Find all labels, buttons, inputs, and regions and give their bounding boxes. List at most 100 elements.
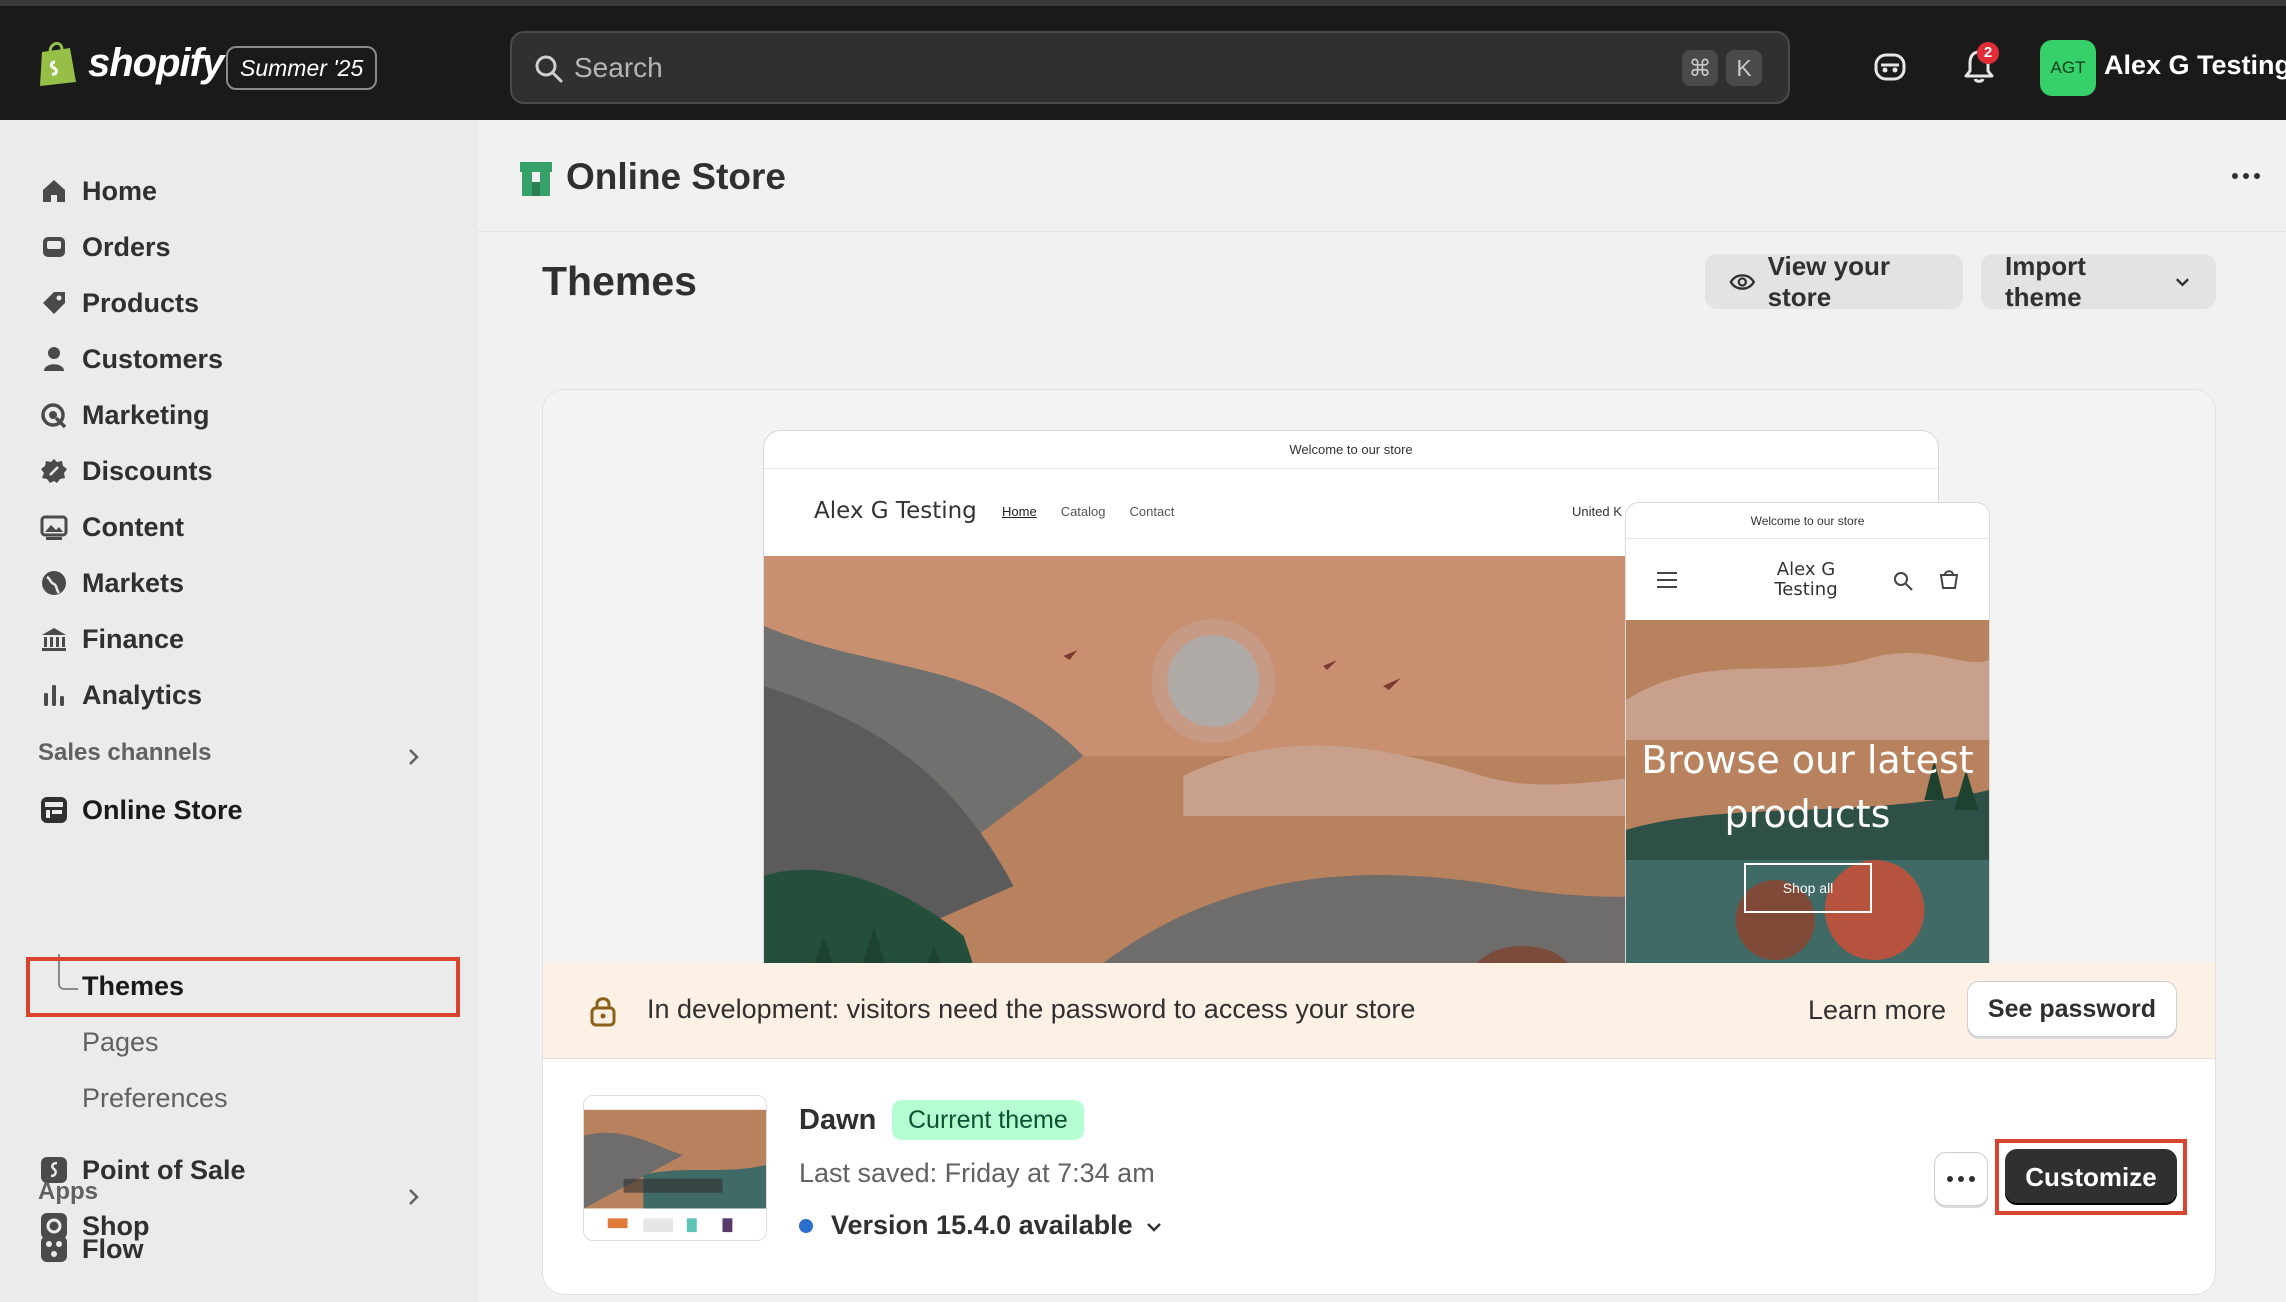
- page-header-title: Online Store: [566, 156, 786, 197]
- see-password-button[interactable]: See password: [1967, 981, 2177, 1037]
- user-name[interactable]: Alex G Testing: [2104, 50, 2286, 81]
- themes-highlight-annotation: [26, 957, 460, 1017]
- sidekick-icon: [1874, 53, 1906, 81]
- apps-heading[interactable]: Apps: [38, 1178, 98, 1206]
- more-actions-button[interactable]: [2222, 160, 2270, 192]
- flow-icon: [26, 1234, 82, 1264]
- sales-channels-heading[interactable]: Sales channels: [38, 739, 211, 767]
- sidebar-item-label: Markets: [82, 567, 185, 598]
- theme-more-actions-button[interactable]: [1934, 1152, 1988, 1206]
- sidekick-button[interactable]: [1866, 42, 1914, 90]
- sidebar-item-discounts[interactable]: Discounts: [26, 447, 456, 495]
- search-bar[interactable]: ⌘ K: [510, 31, 1790, 104]
- chevron-down-icon[interactable]: [1143, 1216, 1165, 1238]
- globe-icon: [26, 569, 82, 597]
- edition-badge[interactable]: Summer '25: [226, 46, 378, 90]
- mobile-preview: Welcome to our store Alex G Testing Brow…: [1625, 502, 1990, 963]
- import-theme-label: Import theme: [2005, 250, 2086, 312]
- mobile-store-header: Alex G Testing: [1626, 540, 1989, 620]
- top-bar: shopify Summer '25 ⌘ K 2 AGT Alex G Test…: [0, 0, 2286, 120]
- sidebar-item-label: Analytics: [82, 679, 203, 710]
- sidebar-item-online-store[interactable]: Online Store: [26, 786, 456, 834]
- store-nav-contact: Contact: [1129, 504, 1175, 519]
- sidebar-item-label: Point of Sale: [82, 1154, 246, 1185]
- shortcut-key-k: K: [1726, 50, 1762, 86]
- sidebar-item-preferences[interactable]: Preferences: [26, 1074, 456, 1122]
- sidebar-item-products[interactable]: Products: [26, 279, 456, 327]
- search-icon: [1894, 572, 1913, 591]
- store-nav: Home Catalog Contact: [1002, 504, 1174, 519]
- theme-preview[interactable]: Welcome to our store Alex G Testing Home…: [543, 390, 2215, 963]
- store-country: United K: [1572, 504, 1622, 519]
- sidebar-item-label: Content: [82, 511, 184, 542]
- view-store-button[interactable]: View your store: [1705, 251, 1963, 312]
- mobile-announcement-bar: Welcome to our store: [1626, 503, 1989, 539]
- sidebar-item-customers[interactable]: Customers: [26, 335, 456, 383]
- inbox-icon: [26, 233, 82, 261]
- page-title: Themes: [542, 258, 697, 304]
- version-status-dot: [799, 1219, 813, 1233]
- sidebar-item-home[interactable]: Home: [26, 167, 456, 215]
- view-store-label: View your store: [1767, 250, 1890, 312]
- image-icon: [26, 513, 82, 541]
- shortcut-key-cmd: ⌘: [1682, 50, 1718, 86]
- import-theme-button[interactable]: Import theme: [1981, 251, 2216, 312]
- chevron-down-icon: [2175, 277, 2190, 287]
- shopify-logo[interactable]: shopify: [36, 40, 224, 86]
- version-available-toggle[interactable]: Version 15.4.0 available: [831, 1210, 1133, 1241]
- sidebar-item-pages[interactable]: Pages: [26, 1018, 456, 1066]
- customize-button[interactable]: Customize: [2005, 1149, 2177, 1205]
- sidebar-item-label: Discounts: [82, 455, 213, 486]
- hero-heading: Browse our latest products: [1641, 738, 1974, 836]
- sidebar-item-label: Marketing: [82, 399, 210, 430]
- home-icon: [26, 177, 82, 205]
- sidebar-item-content[interactable]: Content: [26, 503, 456, 551]
- sidebar-item-flow[interactable]: Flow: [26, 1225, 456, 1273]
- online-store-icon: [520, 162, 552, 196]
- lock-icon: [590, 997, 616, 1027]
- cart-icon: [1939, 570, 1959, 589]
- sidebar-item-marketing[interactable]: Marketing: [26, 391, 456, 439]
- avatar[interactable]: AGT: [2040, 40, 2096, 96]
- current-theme-badge: Current theme: [892, 1100, 1084, 1140]
- sidebar-item-analytics[interactable]: Analytics: [26, 671, 456, 719]
- eye-icon: [1729, 273, 1756, 290]
- chevron-right-icon[interactable]: [402, 1186, 424, 1208]
- discount-icon: [26, 457, 82, 485]
- store-nav-catalog: Catalog: [1060, 504, 1106, 519]
- announcement-bar: Welcome to our store: [764, 431, 1938, 469]
- learn-more-link[interactable]: Learn more: [1808, 995, 1946, 1026]
- bank-icon: [26, 625, 82, 653]
- target-icon: [26, 401, 82, 429]
- hero-shop-all-button: Shop all: [1744, 863, 1872, 913]
- sidebar-item-finance[interactable]: Finance: [26, 615, 456, 663]
- mobile-store-brand: Alex G Testing: [1774, 559, 1838, 600]
- store-nav-home: Home: [1002, 504, 1037, 519]
- menu-icon: [1657, 572, 1677, 588]
- search-icon: [535, 55, 563, 83]
- shopify-bag-icon: [40, 42, 76, 86]
- current-theme-card: Welcome to our store Alex G Testing Home…: [542, 389, 2216, 1295]
- search-input[interactable]: [574, 33, 1574, 102]
- theme-thumbnail[interactable]: [583, 1095, 767, 1241]
- development-banner: In development: visitors need the passwo…: [543, 963, 2215, 1059]
- page-header: Online Store: [478, 120, 2286, 232]
- last-saved-text: Last saved: Friday at 7:34 am: [799, 1158, 1155, 1188]
- sidebar-item-label: Flow: [82, 1233, 144, 1264]
- sidebar-item-label: Finance: [82, 623, 185, 654]
- online-store-icon: [26, 795, 82, 825]
- sidebar-item-label: Preferences: [82, 1082, 228, 1113]
- sidebar-item-label: Home: [82, 175, 158, 206]
- sidebar-item-orders[interactable]: Orders: [26, 223, 456, 271]
- theme-name: Dawn: [799, 1104, 877, 1136]
- sidebar: Home Orders Products Customers Marketing…: [0, 120, 478, 1302]
- sidebar-item-markets[interactable]: Markets: [26, 559, 456, 607]
- person-icon: [26, 345, 82, 373]
- theme-row: Dawn Current theme Last saved: Friday at…: [543, 1060, 2215, 1294]
- chevron-right-icon[interactable]: [402, 746, 424, 768]
- store-brand: Alex G Testing: [814, 498, 977, 524]
- sidebar-item-label: Products: [82, 287, 200, 318]
- sidebar-item-label: Pages: [82, 1026, 159, 1057]
- notification-count-badge: 2: [1977, 42, 1999, 64]
- sidebar-item-label: Customers: [82, 343, 224, 374]
